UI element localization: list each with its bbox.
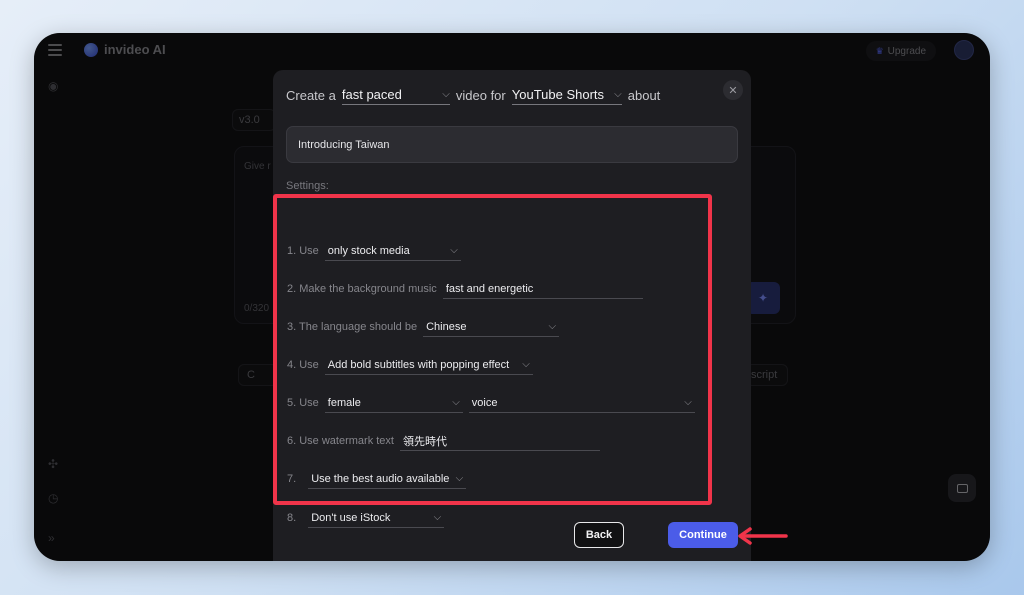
audio-select[interactable]: Use the best audio available ⌵ [308,469,467,489]
setting-3-label: 3. The language should be [287,321,418,333]
close-icon[interactable]: ✕ [723,80,743,100]
setting-6-value: 領先時代 [402,435,447,448]
prompt-suffix: about [627,88,661,103]
setting-row-4: 4. Use Add bold subtitles with popping e… [287,355,533,375]
setting-row-5: 5. Use female ⌵ voice ⌵ [287,393,695,413]
chevron-down-icon: ⌵ [442,89,450,100]
setting-row-3: 3. The language should be Chinese ⌵ [287,317,560,337]
chevron-down-icon: ⌵ [548,321,557,332]
prompt-middle: video for [455,88,506,103]
create-video-modal: ✕ Create a fast paced ⌵ video for YouTub… [273,70,751,561]
chevron-down-icon: ⌵ [614,89,622,100]
setting-row-6: 6. Use watermark text 領先時代 [287,431,600,451]
media-select[interactable]: only stock media ⌵ [324,241,461,261]
platform-select[interactable]: YouTube Shorts ⌵ [511,86,622,105]
back-button[interactable]: Back [574,522,624,548]
setting-2-label: 2. Make the background music [287,283,437,295]
setting-7-value: Use the best audio available [311,472,450,485]
pace-value: fast paced [341,87,402,102]
setting-row-1: 1. Use only stock media ⌵ [287,241,461,261]
setting-1-label: 1. Use [287,245,319,257]
setting-2-value: fast and energetic [445,282,534,295]
chevron-down-icon: ⌵ [450,245,458,256]
chevron-down-icon: ⌵ [684,397,692,408]
setting-3-value: Chinese [426,320,467,333]
subtitles-select[interactable]: Add bold subtitles with popping effect ⌵ [324,355,533,375]
pace-select[interactable]: fast paced ⌵ [341,86,450,105]
prompt-sentence: Create a fast paced ⌵ video for YouTube … [286,86,660,105]
setting-8-label: 8. [287,512,297,524]
chevron-down-icon: ⌵ [433,512,442,523]
language-select[interactable]: Chinese ⌵ [423,317,560,337]
platform-value: YouTube Shorts [511,87,605,102]
settings-label: Settings: [286,180,329,192]
setting-6-label: 6. Use watermark text [287,435,394,447]
topic-input[interactable]: Introducing Taiwan [286,126,738,163]
app-window: invideo AI ♛ Upgrade ◉ ✣ ◷ » v3.0 Give r… [34,33,990,561]
setting-5-value: female [327,396,361,409]
setting-5-label: 5. Use [287,397,319,409]
music-input[interactable]: fast and energetic [442,279,643,299]
setting-row-7: 7. Use the best audio available ⌵ [287,469,467,489]
setting-1-value: only stock media [327,244,410,257]
continue-button[interactable]: Continue [668,522,738,548]
chevron-down-icon: ⌵ [452,397,460,408]
setting-7-label: 7. [287,473,297,485]
setting-5-value2: voice [471,396,498,409]
setting-4-label: 4. Use [287,359,319,371]
voice-select[interactable]: voice ⌵ [468,393,695,413]
setting-row-8: 8. Don't use iStock ⌵ [287,508,445,528]
istock-select[interactable]: Don't use iStock ⌵ [308,508,445,528]
chevron-down-icon: ⌵ [455,473,464,484]
chevron-down-icon: ⌵ [522,359,530,370]
watermark-input[interactable]: 領先時代 [399,431,600,451]
setting-8-value: Don't use iStock [311,511,391,524]
topic-value: Introducing Taiwan [298,138,390,151]
voice-gender-select[interactable]: female ⌵ [324,393,463,413]
setting-4-value: Add bold subtitles with popping effect [327,358,510,371]
prompt-prefix: Create a [286,88,336,103]
setting-row-2: 2. Make the background music fast and en… [287,279,643,299]
